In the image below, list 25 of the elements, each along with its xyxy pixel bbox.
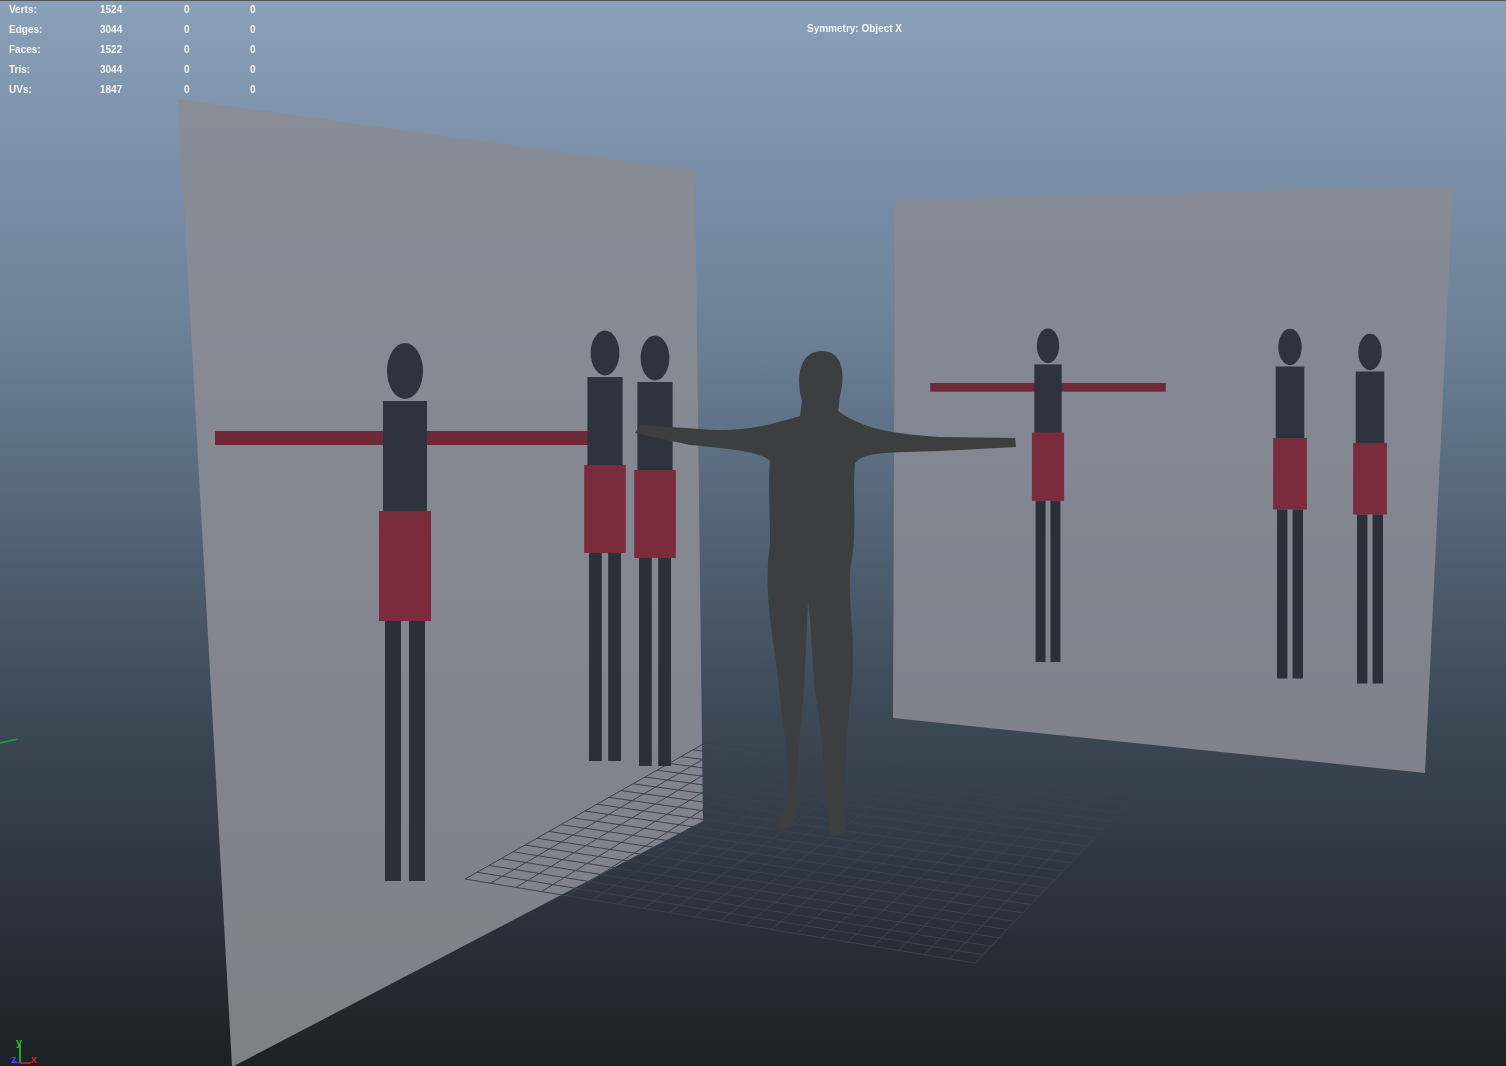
stat-value: 0	[184, 63, 191, 76]
stat-value: 0	[184, 83, 191, 96]
stat-label: Edges:	[9, 23, 44, 36]
stat-value: 0	[250, 23, 257, 36]
stat-value: 0	[250, 83, 257, 96]
symmetry-label: Symmetry: Object X	[807, 23, 903, 34]
stat-value: 1522	[100, 43, 124, 56]
stat-label: Verts:	[9, 3, 38, 16]
stat-value: 1847	[100, 83, 124, 96]
stat-value: 3044	[100, 23, 124, 36]
stat-value: 0	[250, 43, 257, 56]
stat-value: 0	[250, 3, 257, 16]
stat-label: Tris:	[9, 63, 32, 76]
stat-value: 0	[184, 3, 191, 16]
axis-label: x	[31, 1053, 38, 1065]
axis-label: z	[11, 1053, 17, 1065]
stat-value: 0	[250, 63, 257, 76]
stat-value: 0	[184, 23, 191, 36]
stat-label: Faces:	[9, 43, 42, 56]
stat-label: UVs:	[9, 83, 33, 96]
axis-label: y	[16, 1036, 23, 1048]
stat-value: 3044	[100, 63, 124, 76]
stat-value: 1524	[100, 3, 124, 16]
stat-value: 0	[184, 43, 191, 56]
axis-line	[0, 738, 19, 744]
